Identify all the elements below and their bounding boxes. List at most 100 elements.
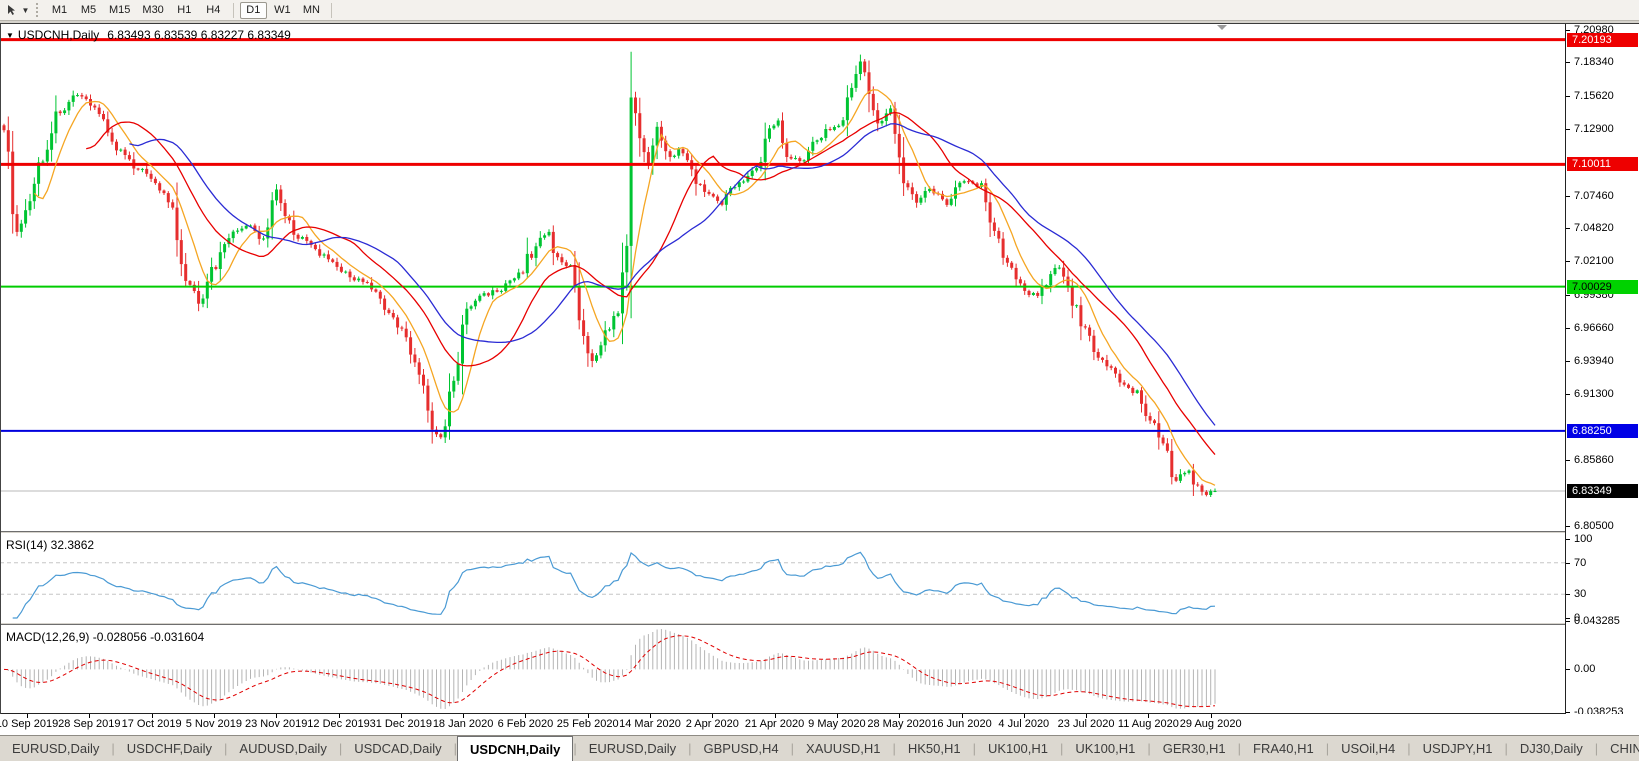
date-label: 21 Apr 2020 (745, 718, 804, 730)
tab-fra40-h1[interactable]: FRA40,H1 (1241, 736, 1326, 761)
tab-ger30-h1[interactable]: GER30,H1 (1151, 736, 1238, 761)
tick-mark (1566, 129, 1570, 130)
tick-mark (1566, 712, 1570, 713)
macd-chart-canvas (0, 625, 1565, 713)
price-badge: 7.00029 (1567, 280, 1638, 294)
chart-ohlc-readout: 6.83493 6.83539 6.83227 6.83349 (107, 28, 291, 42)
tab-eurusd-daily[interactable]: EURUSD,Daily (577, 736, 688, 761)
tick-mark (1566, 460, 1570, 461)
timeframe-m15-button[interactable]: M15 (104, 2, 135, 19)
date-label: 23 Nov 2019 (245, 718, 307, 730)
chart-title: ▼ USDCNH,Daily 6.83493 6.83539 6.83227 6.8… (6, 28, 291, 42)
tick-mark (1566, 669, 1570, 670)
chart-left-border (0, 24, 1, 714)
tick-mark (1566, 594, 1570, 595)
price-badge: 7.10011 (1567, 157, 1638, 171)
rsi-tick-label: 30 (1574, 587, 1586, 601)
date-label: 31 Dec 2019 (370, 718, 432, 730)
macd-tick-label: 0.043285 (1574, 614, 1620, 628)
price-tick-label: 7.04820 (1574, 221, 1614, 235)
pane-separator (0, 531, 1639, 532)
tab-usdchf-daily[interactable]: USDCHF,Daily (115, 736, 224, 761)
tick-mark (1566, 539, 1570, 540)
price-tick-label: 7.02100 (1574, 254, 1614, 268)
tab-eurusd-daily[interactable]: EURUSD,Daily (0, 736, 111, 761)
timeframe-d1-button[interactable]: D1 (240, 2, 267, 19)
tab-xauusd-h1[interactable]: XAUUSD,H1 (794, 736, 892, 761)
candlestick-chart-canvas (0, 24, 1565, 531)
price-tick-label: 7.18340 (1574, 55, 1614, 69)
timeframe-m30-button[interactable]: M30 (137, 2, 168, 19)
tab-hk50-h1[interactable]: HK50,H1 (896, 736, 973, 761)
tab-dj30-daily[interactable]: DJ30,Daily (1508, 736, 1595, 761)
price-tick-label: 7.15620 (1574, 89, 1614, 103)
date-label: 2 Apr 2020 (686, 718, 739, 730)
timeframe-m5-button[interactable]: M5 (75, 2, 102, 19)
date-label: 11 Aug 2020 (1118, 718, 1179, 730)
tick-mark (1566, 228, 1570, 229)
tab-audusd-daily[interactable]: AUDUSD,Daily (227, 736, 338, 761)
date-label: 18 Jan 2020 (433, 718, 494, 730)
tick-mark (1566, 96, 1570, 97)
tab-uk100-h1[interactable]: UK100,H1 (976, 736, 1060, 761)
price-tick-label: 6.93940 (1574, 354, 1614, 368)
chart-cursor-tool-button[interactable] (4, 2, 20, 19)
chart-symbol: USDCNH,Daily (18, 28, 99, 42)
tick-mark (1566, 62, 1570, 63)
price-tick-label: 6.80500 (1574, 519, 1614, 533)
date-label: 12 Dec 2019 (307, 718, 369, 730)
macd-tick-label: 0.00 (1574, 662, 1595, 676)
timeframe-m1-button[interactable]: M1 (46, 2, 73, 19)
timeframe-h4-button[interactable]: H4 (200, 2, 227, 19)
timeframe-h1-button[interactable]: H1 (171, 2, 198, 19)
date-label: 9 May 2020 (808, 718, 865, 730)
tab-uk100-h1[interactable]: UK100,H1 (1063, 736, 1147, 761)
rsi-chart-canvas (0, 533, 1565, 623)
tab-usdjpy-h1[interactable]: USDJPY,H1 (1411, 736, 1505, 761)
rsi-tick-label: 70 (1574, 556, 1586, 570)
chart-shift-marker-icon[interactable] (1217, 25, 1227, 30)
price-tick-label: 6.91300 (1574, 387, 1614, 401)
date-label: 5 Nov 2019 (186, 718, 242, 730)
tab-usdcnh-daily[interactable]: USDCNH,Daily (457, 736, 573, 761)
tick-mark (1566, 261, 1570, 262)
timeframe-buttons: M1M5M15M30H1H4 D1W1MN (45, 2, 337, 19)
price-badge: 7.20193 (1567, 33, 1638, 47)
timeframe-w1-button[interactable]: W1 (269, 2, 296, 19)
date-label: 16 Jun 2020 (931, 718, 992, 730)
rsi-indicator-pane[interactable]: RSI(14) 32.3862 (0, 533, 1565, 623)
price-scale[interactable]: 7.209807.183407.156207.129007.074607.048… (1566, 24, 1639, 714)
macd-label: MACD(12,26,9) -0.028056 -0.031604 (6, 630, 204, 644)
tick-mark (1566, 618, 1570, 619)
chart-tab-bar: EURUSD,Daily|USDCHF,Daily|AUDUSD,Daily|U… (0, 735, 1639, 761)
time-scale[interactable]: 10 Sep 201928 Sep 201917 Oct 20195 Nov 2… (0, 714, 1639, 735)
timeframe-mn-button[interactable]: MN (298, 2, 325, 19)
price-tick-label: 6.85860 (1574, 453, 1614, 467)
tick-mark (1566, 563, 1570, 564)
tab-china300-h1[interactable]: CHINA300,H1 (1598, 736, 1639, 761)
date-label: 6 Feb 2020 (498, 718, 554, 730)
date-label: 28 Sep 2019 (58, 718, 120, 730)
tab-usoil-h4[interactable]: USOil,H4 (1329, 736, 1407, 761)
date-label: 4 Jul 2020 (998, 718, 1049, 730)
rsi-tick-label: 100 (1574, 532, 1592, 546)
date-label: 17 Oct 2019 (122, 718, 182, 730)
date-label: 29 Aug 2020 (1180, 718, 1242, 730)
price-badge: 6.83349 (1567, 484, 1638, 498)
toolbar-separator (233, 3, 234, 18)
collapse-triangle-icon: ▼ (6, 31, 14, 40)
tick-mark (1566, 328, 1570, 329)
price-tick-label: 6.96660 (1574, 321, 1614, 335)
cursor-icon (6, 4, 18, 16)
dropdown-caret-icon[interactable]: ▼ (20, 2, 31, 19)
price-tick-label: 7.07460 (1574, 189, 1614, 203)
macd-indicator-pane[interactable]: MACD(12,26,9) -0.028056 -0.031604 (0, 625, 1565, 713)
toolbar-grip (36, 3, 38, 17)
tab-gbpusd-h4[interactable]: GBPUSD,H4 (692, 736, 791, 761)
date-label: 28 May 2020 (867, 718, 931, 730)
date-label: 14 Mar 2020 (619, 718, 681, 730)
tick-mark (1566, 30, 1570, 31)
price-tick-label: 7.12900 (1574, 122, 1614, 136)
tab-usdcad-daily[interactable]: USDCAD,Daily (342, 736, 453, 761)
price-chart-pane[interactable]: ▼ USDCNH,Daily 6.83493 6.83539 6.83227 6.8… (0, 24, 1565, 531)
